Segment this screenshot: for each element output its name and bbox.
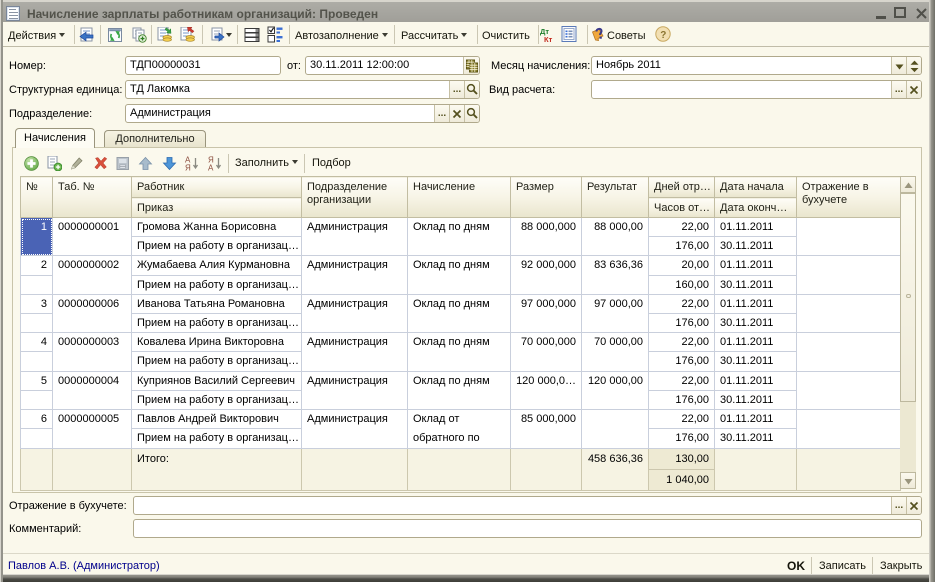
svg-text:Кт: Кт (544, 35, 553, 43)
svg-text:?: ? (660, 30, 666, 41)
svg-text:Я: Я (185, 164, 191, 173)
svg-text:А: А (208, 164, 214, 173)
